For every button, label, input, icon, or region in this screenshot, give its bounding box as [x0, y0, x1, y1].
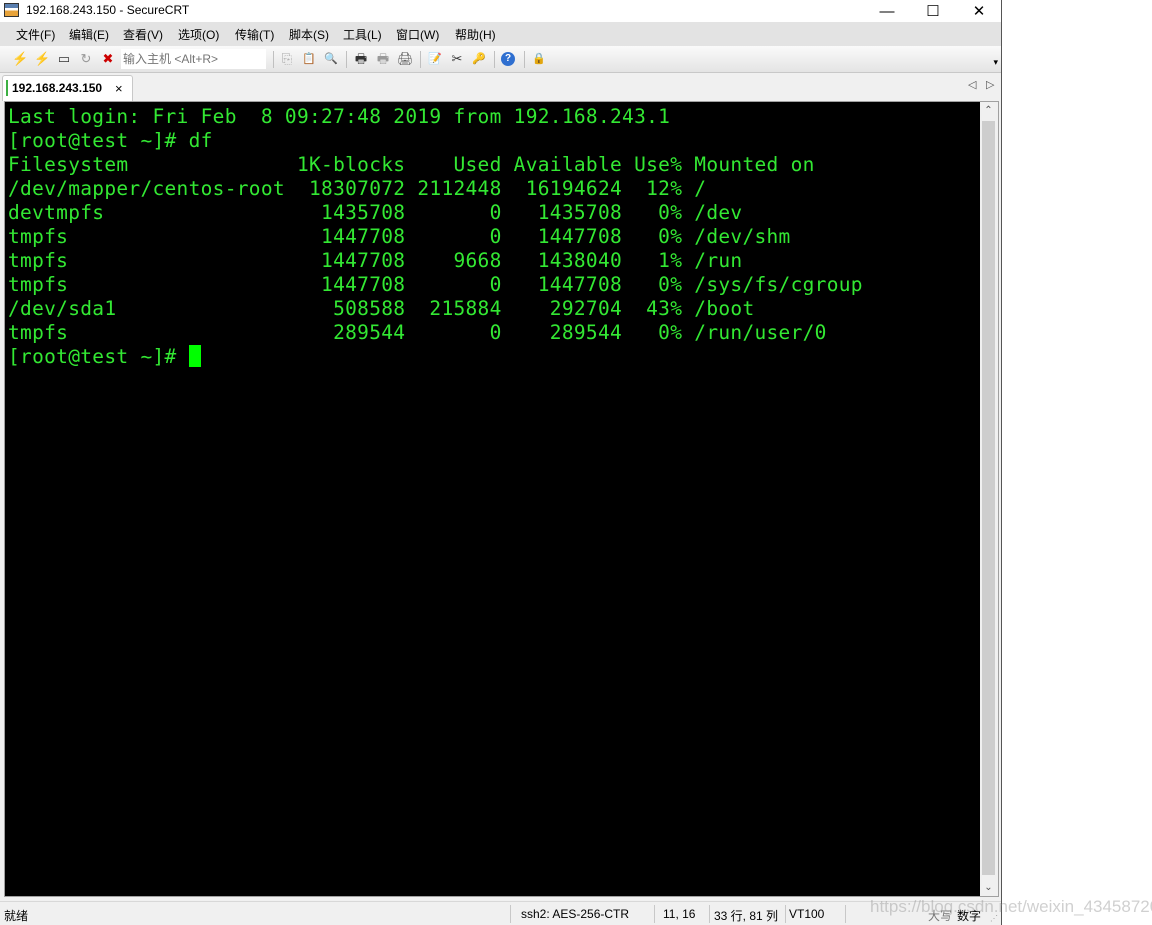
terminal-line: tmpfs 1447708 0 1447708 0% /dev/shm: [8, 225, 791, 248]
status-cursor-position: 11, 16: [663, 907, 696, 921]
terminal-cursor: [188, 345, 201, 367]
connect-in-tab-icon[interactable]: ▭: [56, 51, 72, 67]
toolbar: ⚡ ⚡ ▭ ↻ ✖ ⎘ 📋 🔍 🖶 🖶 🖨 📝 ✂ 🔑 ? 🔒 ▾: [0, 46, 1001, 73]
sftp-icon[interactable]: 🔒: [531, 51, 547, 67]
tab-label: 192.168.243.150: [12, 81, 103, 95]
toolbar-separator: [420, 51, 421, 68]
scrollbar-thumb[interactable]: [982, 121, 995, 875]
close-window-button[interactable]: ✕: [956, 0, 1002, 22]
terminal-line: /dev/sda1 508588 215884 292704 43% /boot: [8, 297, 755, 320]
print-selection-icon[interactable]: 🖶: [375, 51, 391, 67]
status-cipher: ssh2: AES-256-CTR: [521, 907, 630, 921]
toolbar-overflow-icon[interactable]: ▾: [993, 57, 998, 68]
menu-tools[interactable]: 工具(L): [343, 26, 382, 43]
terminal-line: Last login: Fri Feb 8 09:27:48 2019 from…: [8, 105, 671, 128]
menu-transfer[interactable]: 传输(T): [235, 26, 274, 43]
toolbar-separator: [524, 51, 525, 68]
menu-options[interactable]: 选项(O): [178, 26, 219, 43]
status-separator: [845, 905, 846, 923]
menu-view[interactable]: 查看(V): [123, 26, 163, 43]
terminal-line: tmpfs 289544 0 289544 0% /run/user/0: [8, 321, 827, 344]
terminal-line: [root@test ~]# df: [8, 129, 213, 152]
toolbar-separator: [346, 51, 347, 68]
window-title: 192.168.243.150 - SecureCRT: [26, 3, 190, 17]
tab-close-icon[interactable]: ×: [115, 81, 123, 96]
tab-bar: 192.168.243.150 ×: [0, 73, 1001, 101]
terminal-prompt-line: [root@test ~]#: [8, 345, 201, 369]
print-icon[interactable]: 🖨: [397, 51, 414, 67]
status-separator: [785, 905, 786, 923]
status-terminal-size: 33 行, 81 列: [714, 909, 779, 923]
terminal-line: Filesystem 1K-blocks Used Available Use%…: [8, 153, 815, 176]
connect-icon[interactable]: ⚡: [12, 51, 28, 67]
terminal-prompt: [root@test ~]#: [8, 345, 189, 368]
vertical-scrollbar[interactable]: ⌃ ⌄: [980, 102, 997, 896]
watermark: https://blog.csdn.net/weixin_43458720: [870, 897, 1152, 916]
disconnect-icon[interactable]: ✖: [100, 51, 116, 67]
status-bar: 就绪 ssh2: AES-256-CTR 11, 16 33 行, 81 列 V…: [0, 901, 1001, 925]
securecrt-window: 192.168.243.150 - SecureCRT — ☐ ✕ 文件(F) …: [0, 0, 1002, 925]
paste-icon[interactable]: 📋: [301, 51, 317, 67]
menu-help[interactable]: 帮助(H): [455, 26, 496, 43]
tab-prev-icon[interactable]: ◁: [968, 78, 976, 91]
menu-edit[interactable]: 编辑(E): [69, 26, 109, 43]
toolbar-separator: [494, 51, 495, 68]
terminal-line: /dev/mapper/centos-root 18307072 2112448…: [8, 177, 707, 200]
menu-window[interactable]: 窗口(W): [396, 26, 439, 43]
session-options-icon[interactable]: 📝: [427, 51, 443, 67]
terminal-line: devtmpfs 1435708 0 1435708 0% /dev: [8, 201, 743, 224]
terminal-line: tmpfs 1447708 9668 1438040 1% /run: [8, 249, 743, 272]
global-options-icon[interactable]: ✂: [449, 51, 465, 67]
scroll-down-icon[interactable]: ⌄: [980, 879, 997, 896]
menu-bar: 文件(F) 编辑(E) 查看(V) 选项(O) 传输(T) 脚本(S) 工具(L…: [0, 22, 1001, 46]
terminal-line: tmpfs 1447708 0 1447708 0% /sys/fs/cgrou…: [8, 273, 863, 296]
menu-file[interactable]: 文件(F): [16, 26, 55, 43]
keymap-icon[interactable]: 🔑: [471, 51, 487, 67]
status-emulation: VT100: [789, 907, 825, 921]
status-ready: 就绪: [4, 909, 29, 923]
scroll-up-icon[interactable]: ⌃: [980, 102, 997, 119]
securecrt-app-icon[interactable]: [4, 3, 19, 17]
help-icon[interactable]: ?: [501, 52, 515, 66]
status-separator: [654, 905, 655, 923]
copy-icon[interactable]: ⎘: [279, 51, 295, 67]
status-separator: [709, 905, 710, 923]
toolbar-separator: [273, 51, 274, 68]
minimize-button[interactable]: —: [864, 0, 910, 22]
tab-session[interactable]: 192.168.243.150 ×: [2, 75, 133, 101]
quick-connect-icon[interactable]: ⚡: [34, 51, 50, 67]
print-screen-icon[interactable]: 🖶: [353, 51, 369, 67]
title-bar[interactable]: 192.168.243.150 - SecureCRT — ☐ ✕: [0, 0, 1001, 22]
tab-next-icon[interactable]: ▷: [986, 78, 994, 91]
find-icon[interactable]: 🔍: [323, 51, 339, 67]
terminal-screen[interactable]: Last login: Fri Feb 8 09:27:48 2019 from…: [5, 102, 980, 896]
host-input[interactable]: [121, 49, 266, 69]
tab-status-marker: [6, 80, 8, 96]
reconnect-icon[interactable]: ↻: [78, 51, 94, 67]
menu-script[interactable]: 脚本(S): [289, 26, 329, 43]
status-separator: [510, 905, 511, 923]
maximize-button[interactable]: ☐: [910, 0, 956, 22]
